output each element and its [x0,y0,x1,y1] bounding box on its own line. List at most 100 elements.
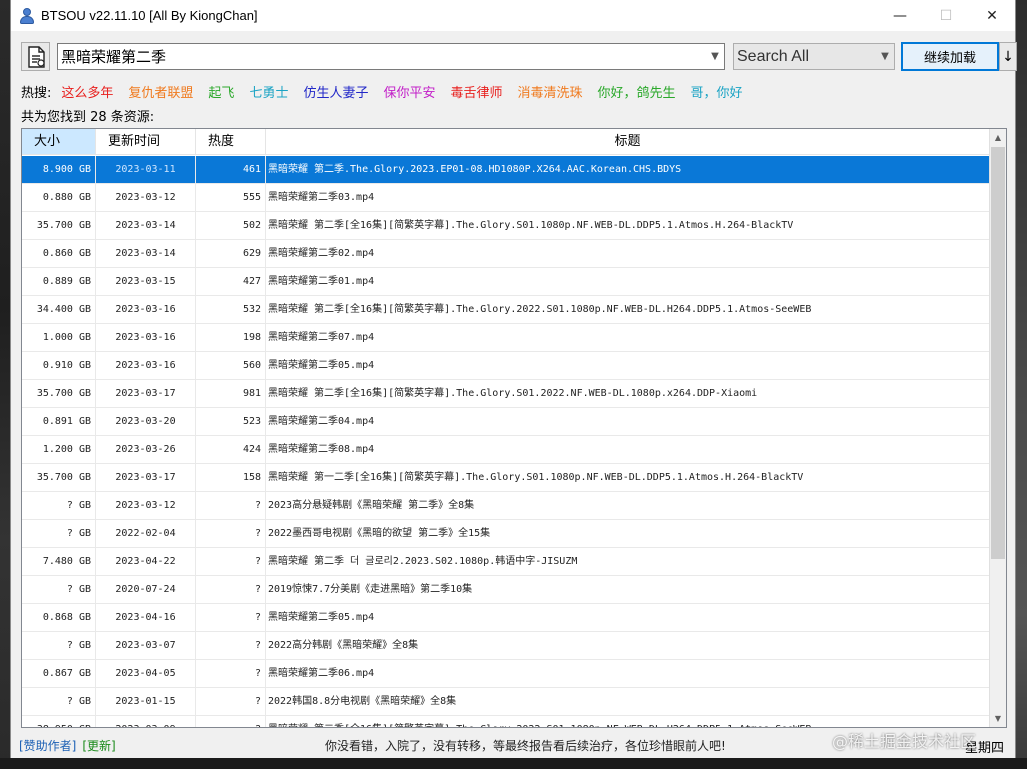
engine-select[interactable]: Search All ▼ [733,43,895,70]
cell-date: 2023-03-14 [96,240,196,267]
cell-title: 黑暗荣耀第二季03.mp4 [266,184,990,211]
table-row[interactable]: 1.200 GB 2023-03-26 424 黑暗荣耀第二季08.mp4 [22,436,990,464]
cell-heat: 502 [196,212,266,239]
cell-size: 34.400 GB [22,296,96,323]
cell-size: ? GB [22,492,96,519]
table-row[interactable]: 7.480 GB 2023-04-22? 黑暗荣耀 第二季 더 글로리2.2023.… [22,548,990,576]
table-row[interactable]: ? GB 2023-03-07? 2022高分韩剧《黑暗荣耀》全8集 [22,632,990,660]
column-header-title[interactable]: 标题 [266,129,990,154]
table-row[interactable]: 0.910 GB 2023-03-16 560 黑暗荣耀第二季05.mp4 [22,352,990,380]
update-link[interactable]: [更新] [82,737,115,754]
column-header-date[interactable]: 更新时间 [96,129,196,154]
cell-title: 黑暗荣耀第二季02.mp4 [266,240,990,267]
hot-search-bar: 热搜: 这么多年 复仇者联盟 起飞 七勇士 仿生人妻子 保你平安 毒舌律师 消毒… [21,82,758,101]
continue-load-button[interactable]: 继续加载 [901,42,999,71]
table-row[interactable]: 0.867 GB 2023-04-05? 黑暗荣耀第二季06.mp4 [22,660,990,688]
hot-keyword[interactable]: 复仇者联盟 [128,82,193,101]
engine-select-value: Search All [737,47,810,65]
chevron-down-icon: ▼ [881,51,889,62]
table-row[interactable]: 8.900 GB 2023-03-11 461 黑暗荣耀 第二季.The.Glory.… [22,156,990,184]
cell-title: 黑暗荣耀第二季05.mp4 [266,352,990,379]
table-row[interactable]: 35.700 GB 2023-03-17 981 黑暗荣耀 第二季[全16集][简繁英… [22,380,990,408]
search-input[interactable] [58,44,706,69]
window-controls: — ☐ ✕ [877,0,1015,31]
cell-heat: ? [196,520,266,547]
cell-date: 2023-03-16 [96,324,196,351]
close-button[interactable]: ✕ [969,0,1015,31]
maximize-button[interactable]: ☐ [923,0,969,31]
sponsor-link[interactable]: [赞助作者] [19,737,76,754]
cell-title: 黑暗荣耀 第二季 더 글로리2.2023.S02.1080p.韩语中字-JISU… [266,548,990,575]
hot-keyword[interactable]: 你好，鸽先生 [598,82,676,101]
vertical-scrollbar[interactable]: ▲ ▼ [989,129,1006,727]
column-header-size[interactable]: 大小 [22,129,96,154]
cell-title: 黑暗荣耀 第二季[全16集][简繁英字幕].The.Glory.S01.1080… [266,212,990,239]
scroll-up-icon[interactable]: ▲ [990,129,1006,146]
table-row[interactable]: 0.891 GB 2023-03-20 523 黑暗荣耀第二季04.mp4 [22,408,990,436]
cell-size: 0.867 GB [22,660,96,687]
cell-date: 2023-03-17 [96,464,196,491]
table-row[interactable]: ? GB 2022-02-04? 2022墨西哥电视剧《黑暗的欲望 第二季》全15集 [22,520,990,548]
hot-keyword[interactable]: 仿生人妻子 [303,82,368,101]
table-row[interactable]: 0.860 GB 2023-03-14 629 黑暗荣耀第二季02.mp4 [22,240,990,268]
status-message: 你没看错，入院了，没有转移，等最终报告看后续治疗，各位珍惜眼前人吧! [325,739,726,753]
cell-title: 黑暗荣耀第二季07.mp4 [266,324,990,351]
cell-heat: ? [196,548,266,575]
chevron-down-icon[interactable]: ▼ [706,44,724,69]
hot-keyword[interactable]: 这么多年 [61,82,113,101]
hot-keyword[interactable]: 保你平安 [383,82,435,101]
cell-date: 2023-03-15 [96,268,196,295]
cell-heat: 523 [196,408,266,435]
hot-keyword[interactable]: 哥，你好 [691,82,743,101]
cell-date: 2023-03-16 [96,352,196,379]
scroll-down-icon[interactable]: ▼ [990,710,1006,727]
title-bar[interactable]: BTSOU v22.11.10 [All By KiongChan] — ☐ ✕ [11,0,1015,31]
results-table[interactable]: 大小 更新时间 热度 标题 8.900 GB 2023-03-11 461 黑暗荣耀 … [21,128,1007,728]
table-row[interactable]: ? GB 2023-03-12? 2023高分悬疑韩剧《黑暗荣耀 第二季》全8集 [22,492,990,520]
cell-heat: 198 [196,324,266,351]
scrollbar-thumb[interactable] [991,147,1005,559]
column-header-heat[interactable]: 热度 [196,129,266,154]
cell-size: 1.000 GB [22,324,96,351]
cell-date: 2023-03-07 [96,632,196,659]
cell-size: ? GB [22,688,96,715]
table-row[interactable]: 0.868 GB 2023-04-16? 黑暗荣耀第二季05.mp4 [22,604,990,632]
cell-heat: 560 [196,352,266,379]
cell-date: 2023-03-20 [96,408,196,435]
hot-keyword[interactable]: 起飞 [208,82,234,101]
table-row[interactable]: ? GB 2023-01-15? 2022韩国8.8分电视剧《黑暗荣耀》全8集 [22,688,990,716]
watermark: @稀土掘金技术社区 [832,732,977,751]
table-row[interactable]: 1.000 GB 2023-03-16 198 黑暗荣耀第二季07.mp4 [22,324,990,352]
table-row[interactable]: 0.889 GB 2023-03-15 427 黑暗荣耀第二季01.mp4 [22,268,990,296]
cell-date: 2023-03-12 [96,492,196,519]
cell-title: 2022高分韩剧《黑暗荣耀》全8集 [266,632,990,659]
table-row[interactable]: 34.400 GB 2023-03-16 532 黑暗荣耀 第二季[全16集][简繁英… [22,296,990,324]
hot-keyword[interactable]: 毒舌律师 [450,82,502,101]
hot-keyword[interactable]: 消毒清洗珠 [518,82,583,101]
cell-size: 38.950 GB [22,716,96,727]
scroll-to-bottom-button[interactable]: ↓ [999,42,1017,71]
table-row[interactable]: ? GB 2020-07-24? 2019惊悚7.7分美剧《走进黑暗》第二季10集 [22,576,990,604]
table-row[interactable]: 35.700 GB 2023-03-14 502 黑暗荣耀 第二季[全16集][简繁英… [22,212,990,240]
cell-heat: 629 [196,240,266,267]
cell-size: 0.880 GB [22,184,96,211]
cell-title: 黑暗荣耀第二季01.mp4 [266,268,990,295]
table-row[interactable]: 38.950 GB2023-03-09?黑暗荣耀 第二季[全16集][简繁英字幕… [22,716,990,727]
cell-title: 黑暗荣耀第二季04.mp4 [266,408,990,435]
document-icon[interactable] [21,42,50,71]
table-row[interactable]: 35.700 GB 2023-03-17 158 黑暗荣耀 第一二季[全16集][简繁… [22,464,990,492]
table-row[interactable]: 0.880 GB 2023-03-12 555 黑暗荣耀第二季03.mp4 [22,184,990,212]
search-toolbar: ▼ Search All ▼ 继续加载 ↓ [21,42,1017,72]
cell-heat: ? [196,632,266,659]
cell-date: 2023-03-14 [96,212,196,239]
cell-heat: ? [196,660,266,687]
hot-keyword[interactable]: 七勇士 [249,82,288,101]
user-icon [19,7,35,24]
cell-heat: ? [196,716,266,727]
cell-date: 2023-03-26 [96,436,196,463]
app-window: BTSOU v22.11.10 [All By KiongChan] — ☐ ✕… [10,0,1017,769]
cell-heat: 555 [196,184,266,211]
minimize-button[interactable]: — [877,0,923,31]
search-combobox[interactable]: ▼ [57,43,725,70]
cell-date: 2023-01-15 [96,688,196,715]
